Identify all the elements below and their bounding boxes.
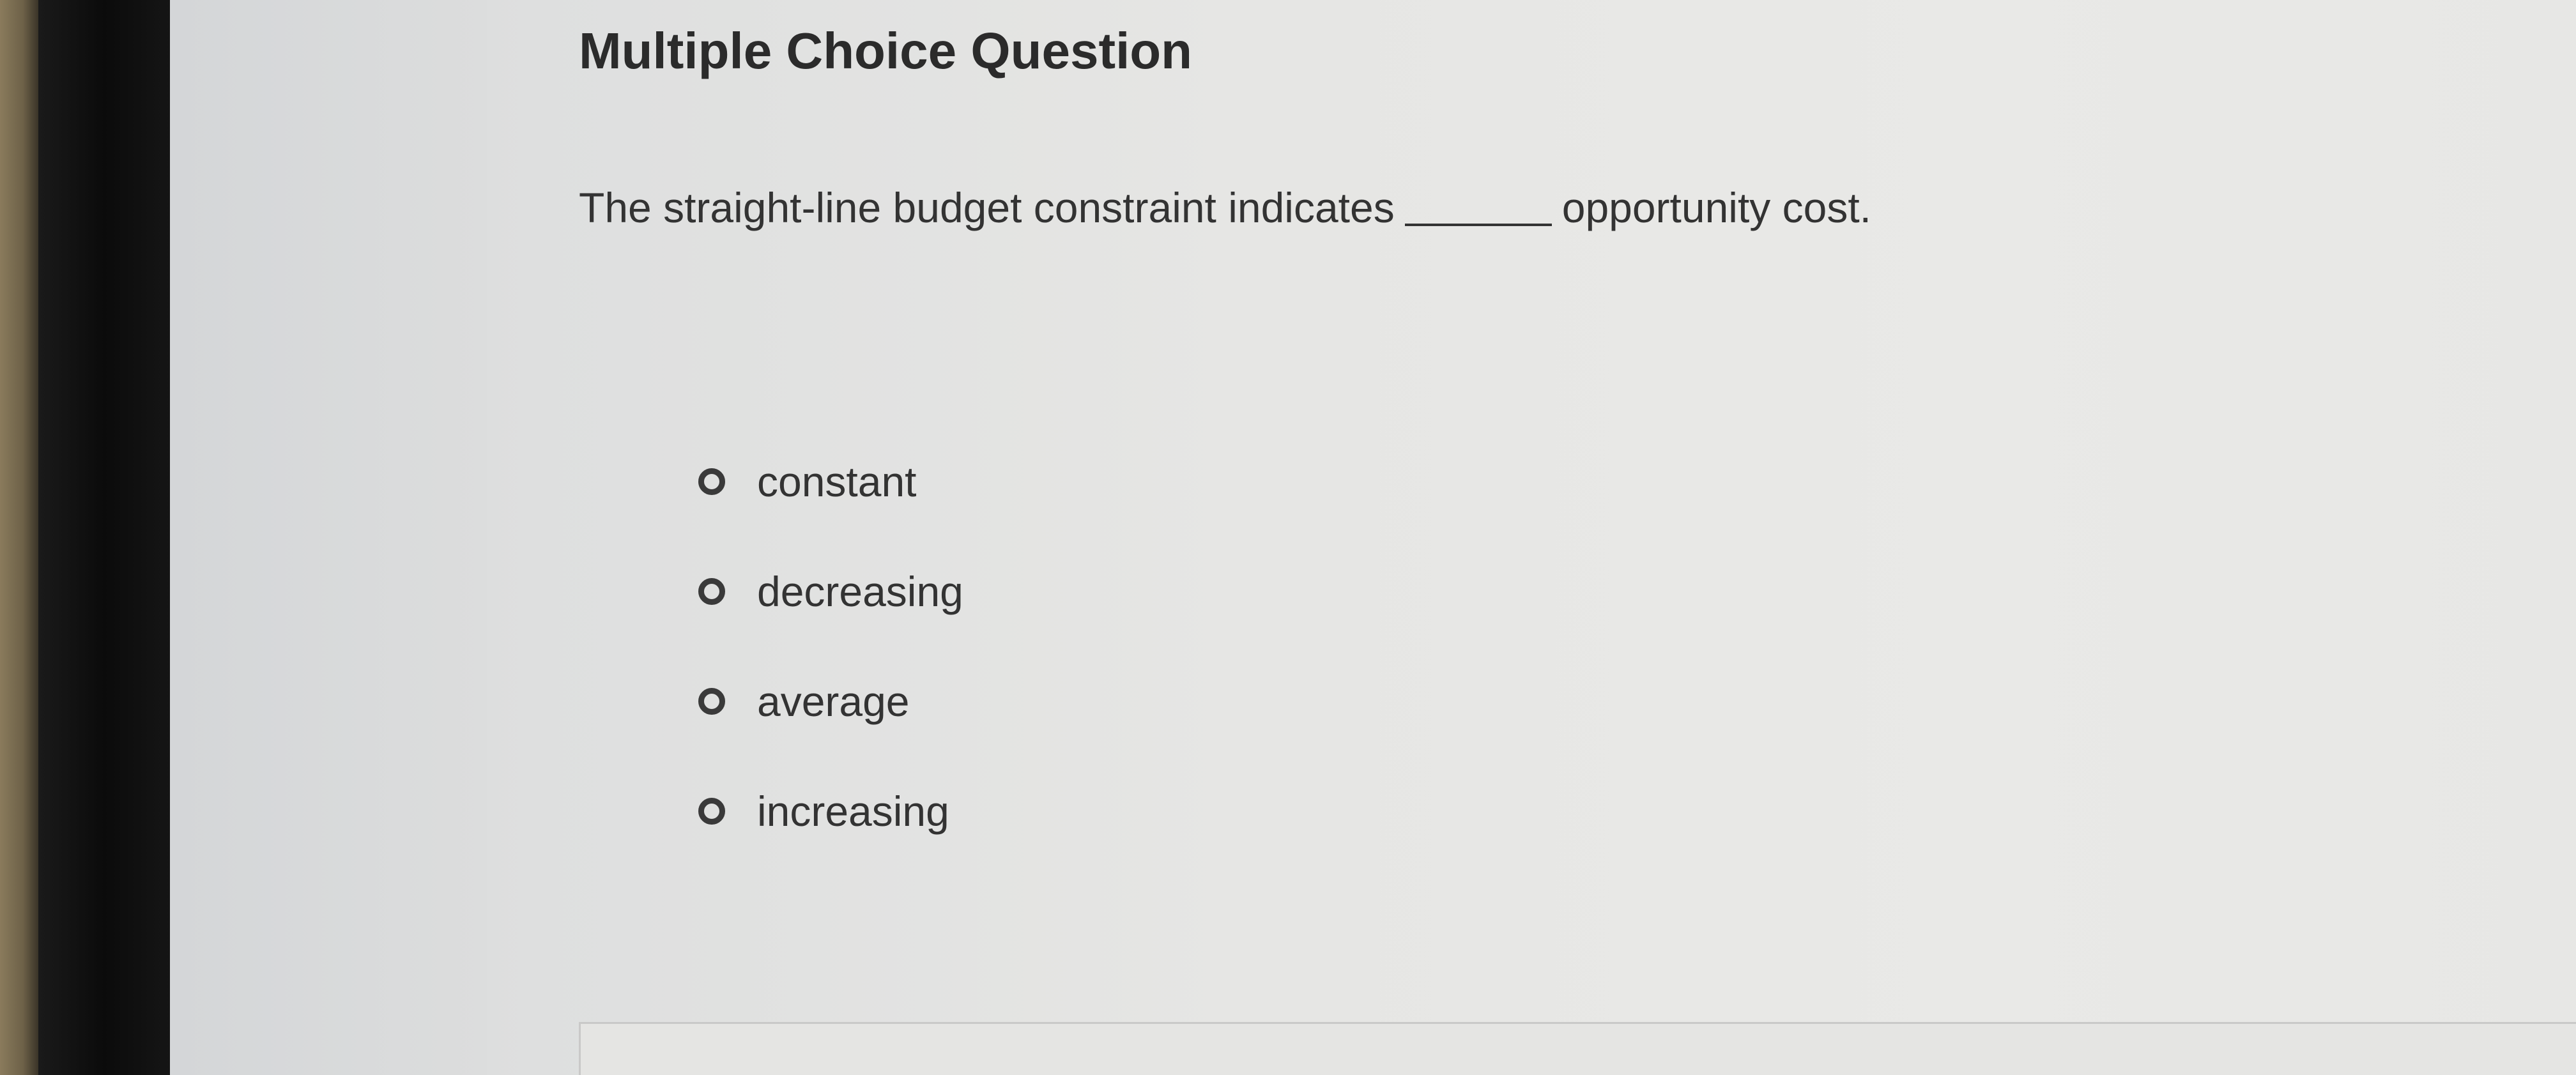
- left-panel: [170, 0, 487, 1075]
- radio-button[interactable]: [698, 468, 725, 495]
- question-type-title: Multiple Choice Question: [579, 22, 1193, 79]
- option-constant[interactable]: constant: [698, 450, 963, 514]
- screen: Multiple Choice Question The straight-li…: [170, 0, 2576, 1075]
- question-prompt: The straight-line budget constraint indi…: [579, 183, 1871, 233]
- answer-options: constant decreasing average increasing: [698, 450, 963, 889]
- option-decreasing[interactable]: decreasing: [698, 560, 963, 623]
- option-label: increasing: [757, 788, 949, 835]
- bottom-panel: [579, 1022, 2576, 1075]
- desk-background: [0, 0, 38, 1075]
- option-label: decreasing: [757, 568, 963, 615]
- monitor-bezel: [38, 0, 170, 1075]
- prompt-text-before: The straight-line budget constraint indi…: [579, 184, 1395, 231]
- fill-in-blank: [1404, 189, 1552, 226]
- radio-button[interactable]: [698, 688, 725, 715]
- option-average[interactable]: average: [698, 669, 963, 733]
- question-content: Multiple Choice Question The straight-li…: [487, 0, 2576, 1075]
- option-label: constant: [757, 458, 917, 505]
- radio-button[interactable]: [698, 578, 725, 605]
- prompt-text-after: opportunity cost.: [1561, 184, 1872, 231]
- option-label: average: [757, 678, 910, 725]
- radio-button[interactable]: [698, 798, 725, 825]
- option-increasing[interactable]: increasing: [698, 779, 963, 843]
